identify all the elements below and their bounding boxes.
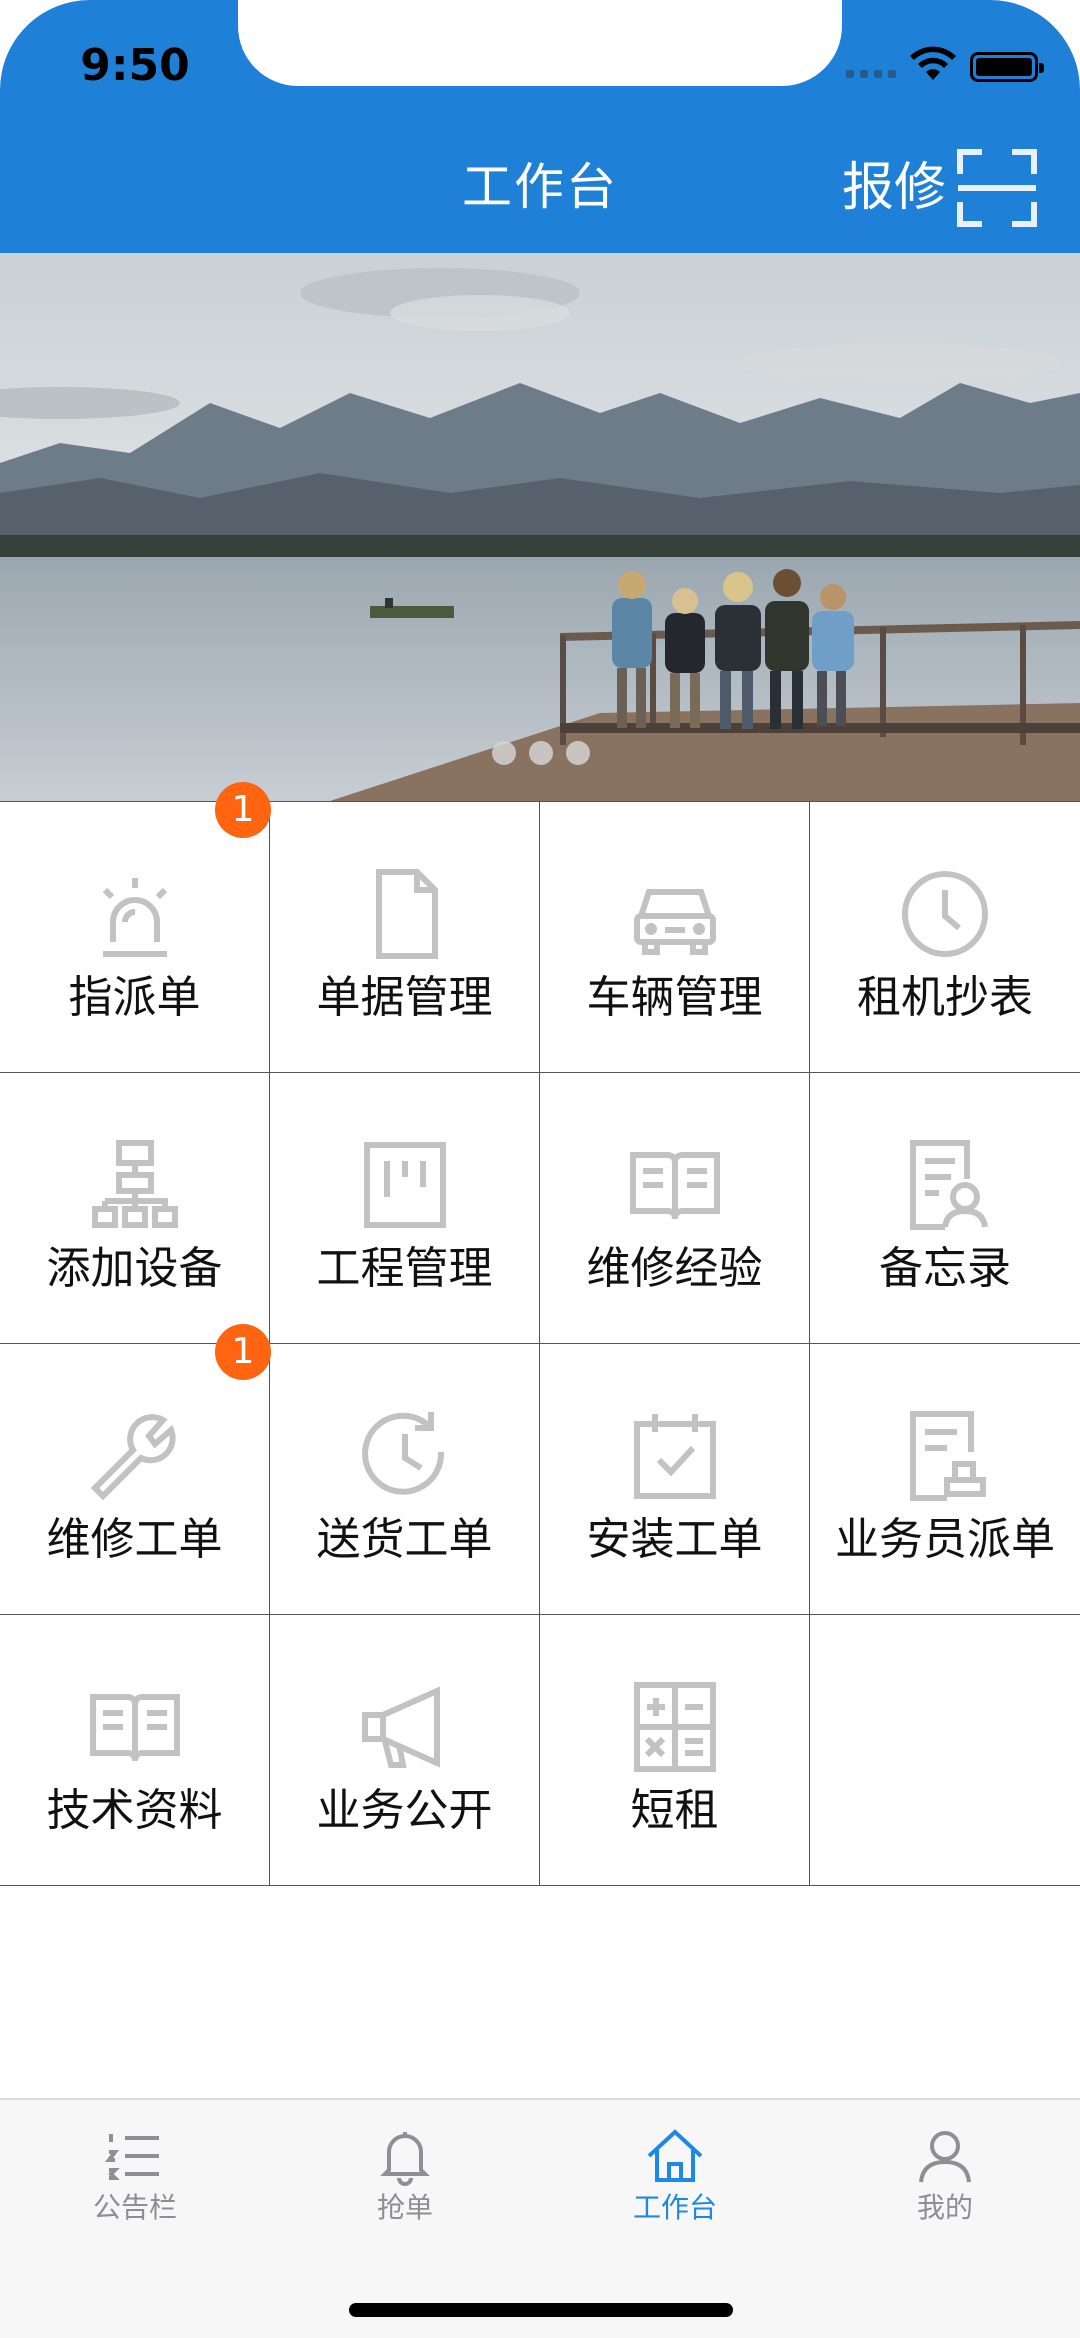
grid-item-label: 安装工单: [586, 1514, 763, 1565]
grid-item-label: 业务公开: [316, 1785, 493, 1836]
grid-item-project-management[interactable]: 工程管理: [270, 1073, 540, 1344]
list-icon: [105, 2134, 159, 2180]
stamp-document-icon: [910, 1411, 986, 1501]
grid-item-add-device[interactable]: 添加设备: [0, 1073, 270, 1344]
grid-item-short-rental[interactable]: 短租: [540, 1615, 810, 1886]
memo-person-icon: [910, 1140, 988, 1230]
scan-icon: [957, 149, 1038, 227]
tab-workbench[interactable]: 工作台: [540, 2100, 810, 2250]
grid-item-label: 技术资料: [46, 1785, 223, 1836]
calendar-check-icon: [633, 1414, 716, 1499]
open-book-icon: [629, 1152, 720, 1220]
grid-item-label: 维修工单: [46, 1514, 223, 1565]
carousel-indicator[interactable]: [492, 741, 590, 765]
megaphone-icon: [361, 1686, 440, 1768]
clock-icon: [902, 871, 988, 957]
kanban-icon: [363, 1142, 446, 1228]
grid-item-repair-order[interactable]: 1 维修工单: [0, 1324, 271, 1615]
device-notch: [238, 0, 842, 86]
grid-item-repair-experience[interactable]: 维修经验: [540, 1073, 810, 1344]
home-icon: [647, 2129, 703, 2182]
tab-label: 我的: [916, 2191, 973, 2224]
report-repair-button[interactable]: 报修: [842, 148, 1038, 228]
document-icon: [375, 869, 438, 959]
history-clock-icon: [361, 1412, 444, 1495]
grid-item-technical-documents[interactable]: 技术资料: [0, 1615, 270, 1886]
tab-bulletin[interactable]: 公告栏: [0, 2100, 270, 2250]
home-indicator[interactable]: [349, 2303, 733, 2317]
bell-icon: [380, 2132, 430, 2186]
wrench-icon: [90, 1414, 176, 1501]
grid-item-business-disclosure[interactable]: 业务公开: [270, 1615, 540, 1886]
header-bar: 9:50 工作台 报修: [0, 0, 1080, 253]
alarm-light-icon: [102, 878, 167, 957]
car-icon: [633, 889, 716, 955]
book-icon: [89, 1694, 180, 1762]
tab-label: 抢单: [376, 2191, 433, 2224]
report-repair-label: 报修: [842, 158, 947, 218]
status-time: 9:50: [80, 40, 190, 91]
wifi-icon: [910, 46, 956, 80]
grid-item-label: 单据管理: [316, 972, 493, 1023]
grid-item-dispatch-order[interactable]: 1 指派单: [0, 782, 271, 1073]
grid-item-empty: [810, 1615, 1080, 1886]
grid-item-vehicle-management[interactable]: 车辆管理: [540, 802, 810, 1073]
grid-item-label: 车辆管理: [586, 972, 763, 1023]
grid-item-delivery-order[interactable]: 送货工单: [270, 1344, 540, 1615]
grid-item-label: 送货工单: [316, 1514, 493, 1565]
grid-item-label: 添加设备: [46, 1243, 223, 1294]
tab-profile[interactable]: 我的: [810, 2100, 1080, 2250]
banner-image: [0, 253, 1080, 801]
grid-item-label: 备忘录: [879, 1243, 1011, 1294]
badge-count: 1: [215, 782, 271, 838]
user-icon: [919, 2131, 971, 2183]
grid-item-meter-reading[interactable]: 租机抄表: [810, 802, 1080, 1073]
tab-label: 工作台: [632, 2191, 717, 2224]
tab-bar: 公告栏 抢单 工作台 我的: [0, 2098, 1080, 2338]
device-tree-icon: [91, 1140, 178, 1228]
badge-count: 1: [215, 1324, 271, 1380]
grid-item-label: 业务员派单: [835, 1514, 1055, 1565]
grid-item-memo[interactable]: 备忘录: [810, 1073, 1080, 1344]
grid-item-installation-order[interactable]: 安装工单: [540, 1344, 810, 1615]
grid-item-salesperson-dispatch[interactable]: 业务员派单: [810, 1344, 1080, 1615]
grid-item-label: 短租: [630, 1785, 719, 1836]
tab-grab-order[interactable]: 抢单: [270, 2100, 540, 2250]
function-grid: 1 指派单 单据管理 车辆管理 租机抄表 添加设备 工程管理 维修经验 备忘录 …: [0, 782, 1080, 1886]
grid-item-label: 指派单: [68, 972, 201, 1023]
grid-item-document-management[interactable]: 单据管理: [270, 802, 540, 1073]
battery-icon: [970, 52, 1044, 82]
banner-carousel[interactable]: [0, 253, 1080, 801]
grid-item-label: 维修经验: [586, 1243, 763, 1294]
grid-item-label: 租机抄表: [857, 972, 1033, 1023]
calculator-icon: [633, 1682, 716, 1772]
cellular-signal-icon: [846, 70, 896, 78]
grid-item-label: 工程管理: [316, 1243, 493, 1294]
tab-label: 公告栏: [92, 2191, 177, 2224]
